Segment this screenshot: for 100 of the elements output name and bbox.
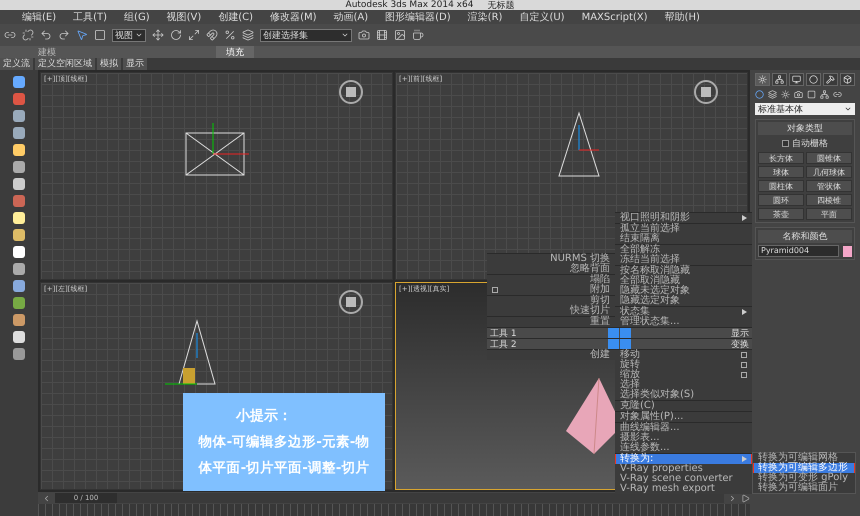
object-type-button[interactable]: 圆柱体: [758, 180, 804, 192]
scale-icon[interactable]: [188, 29, 200, 41]
ribbon-tab[interactable]: 填充: [216, 46, 254, 58]
cursor-icon[interactable]: [76, 29, 88, 41]
play-icon[interactable]: [741, 494, 750, 502]
menu-item[interactable]: 动画(A): [334, 10, 368, 24]
tool-icon[interactable]: [13, 263, 25, 275]
ribbon-sub-tab[interactable]: 显示: [123, 58, 147, 70]
category-icon[interactable]: [833, 90, 842, 99]
magnet-icon[interactable]: [206, 29, 218, 41]
quad-square-icon[interactable]: [608, 339, 618, 349]
layers-icon[interactable]: [242, 29, 254, 41]
view-cube-icon[interactable]: [693, 79, 719, 105]
menu-item[interactable]: 视口照明和阴影: [615, 213, 752, 223]
menu-item[interactable]: 剪切: [487, 296, 615, 306]
rollout-title[interactable]: 对象类型: [758, 122, 852, 135]
category-icon[interactable]: [755, 90, 764, 99]
category-icon[interactable]: [794, 90, 803, 99]
panel-tab[interactable]: [789, 73, 804, 86]
menu-item[interactable]: 视图(V): [166, 10, 202, 24]
menu-item[interactable]: 组(G): [124, 10, 150, 24]
panel-tab[interactable]: [823, 73, 838, 86]
camera-icon[interactable]: [358, 29, 370, 41]
menu-item[interactable]: 工具(T): [73, 10, 108, 24]
tool-icon[interactable]: [13, 76, 25, 88]
menu-item[interactable]: 附加: [487, 285, 615, 295]
image-icon[interactable]: [394, 29, 406, 41]
panel-tab[interactable]: [840, 73, 855, 86]
menu-item[interactable]: 自定义(U): [519, 10, 565, 24]
menu-item[interactable]: 重置: [487, 317, 615, 327]
tool-icon[interactable]: [13, 280, 25, 292]
menu-item[interactable]: NURMS 切换: [487, 254, 615, 264]
ribbon-sub-tab[interactable]: 定义流: [0, 58, 33, 70]
unlink-icon[interactable]: [22, 29, 34, 41]
category-icon[interactable]: [807, 90, 816, 99]
next-icon[interactable]: [728, 494, 737, 502]
menu-item[interactable]: 渲染(R): [468, 10, 502, 24]
object-type-button[interactable]: 几何球体: [806, 166, 852, 178]
submenu-item[interactable]: 转换为可编辑面片: [753, 483, 855, 493]
menu-item[interactable]: 对象属性(P)...: [615, 412, 752, 422]
tool-icon[interactable]: [13, 144, 25, 156]
category-dropdown[interactable]: 标准基本体: [755, 103, 855, 115]
tool-icon[interactable]: [13, 246, 25, 258]
link-icon[interactable]: [4, 29, 16, 41]
view-cube-icon[interactable]: [338, 79, 364, 105]
object-type-button[interactable]: 圆环: [758, 194, 804, 206]
tool-icon[interactable]: [13, 161, 25, 173]
percent-icon[interactable]: [224, 29, 236, 41]
menu-item[interactable]: 克隆(C): [615, 401, 752, 411]
menu-item[interactable]: 创建: [487, 350, 615, 360]
submenu-item[interactable]: 转换为可变形 gPoly: [753, 473, 855, 483]
category-icon[interactable]: [781, 90, 790, 99]
panel-tab[interactable]: [772, 73, 787, 86]
tool-icon[interactable]: [13, 212, 25, 224]
previous-icon[interactable]: [42, 494, 51, 502]
panel-tab[interactable]: [806, 73, 821, 86]
menu-item[interactable]: 快速切片: [487, 306, 615, 316]
film-icon[interactable]: [376, 29, 388, 41]
menu-item[interactable]: 修改器(M): [270, 10, 316, 24]
object-type-button[interactable]: 管状体: [806, 180, 852, 192]
object-type-button[interactable]: 长方体: [758, 152, 804, 164]
square-icon[interactable]: [94, 29, 106, 41]
rotate-icon[interactable]: [170, 29, 182, 41]
view-cube-icon[interactable]: [338, 289, 364, 315]
tool-icon[interactable]: [13, 127, 25, 139]
menu-item[interactable]: 转换为:: [615, 454, 752, 464]
menu-item[interactable]: MAXScript(X): [582, 12, 648, 22]
tool-icon[interactable]: [13, 314, 25, 326]
rollout-title[interactable]: 名称和颜色: [758, 230, 852, 243]
checkbox[interactable]: [782, 140, 789, 147]
object-type-button[interactable]: 平面: [806, 208, 852, 220]
object-type-button[interactable]: 圆锥体: [806, 152, 852, 164]
menu-item[interactable]: 图形编辑器(D): [385, 10, 451, 24]
undo-icon[interactable]: [40, 29, 52, 41]
tool-icon[interactable]: [13, 331, 25, 343]
timeline-track[interactable]: [38, 504, 750, 516]
category-icon[interactable]: [820, 90, 829, 99]
object-type-button[interactable]: 茶壶: [758, 208, 804, 220]
quad-square-icon[interactable]: [608, 328, 618, 338]
ribbon-sub-tab[interactable]: 模拟: [97, 58, 121, 70]
submenu-item[interactable]: 转换为可编辑多边形: [753, 463, 855, 473]
submenu-item[interactable]: 转换为可编辑网格: [753, 453, 855, 463]
menu-item[interactable]: 忽略背面: [487, 264, 615, 274]
quad-square-icon[interactable]: [620, 328, 630, 338]
name-field[interactable]: Pyramid004: [758, 245, 839, 257]
ribbon-tab[interactable]: 建模: [28, 46, 66, 58]
object-type-button[interactable]: 四棱锥: [806, 194, 852, 206]
tool-icon[interactable]: [13, 178, 25, 190]
cup-icon[interactable]: [412, 29, 424, 41]
tool-icon[interactable]: [13, 229, 25, 241]
object-type-button[interactable]: 球体: [758, 166, 804, 178]
move-icon[interactable]: [152, 29, 164, 41]
tool-icon[interactable]: [13, 110, 25, 122]
redo-icon[interactable]: [58, 29, 70, 41]
panel-tab[interactable]: [755, 73, 770, 86]
category-icon[interactable]: [768, 90, 777, 99]
quad-square-icon[interactable]: [620, 339, 630, 349]
menu-item[interactable]: 编辑(E): [22, 10, 56, 24]
selection-set-dropdown[interactable]: 创建选择集: [260, 28, 352, 42]
color-swatch[interactable]: [843, 246, 852, 256]
